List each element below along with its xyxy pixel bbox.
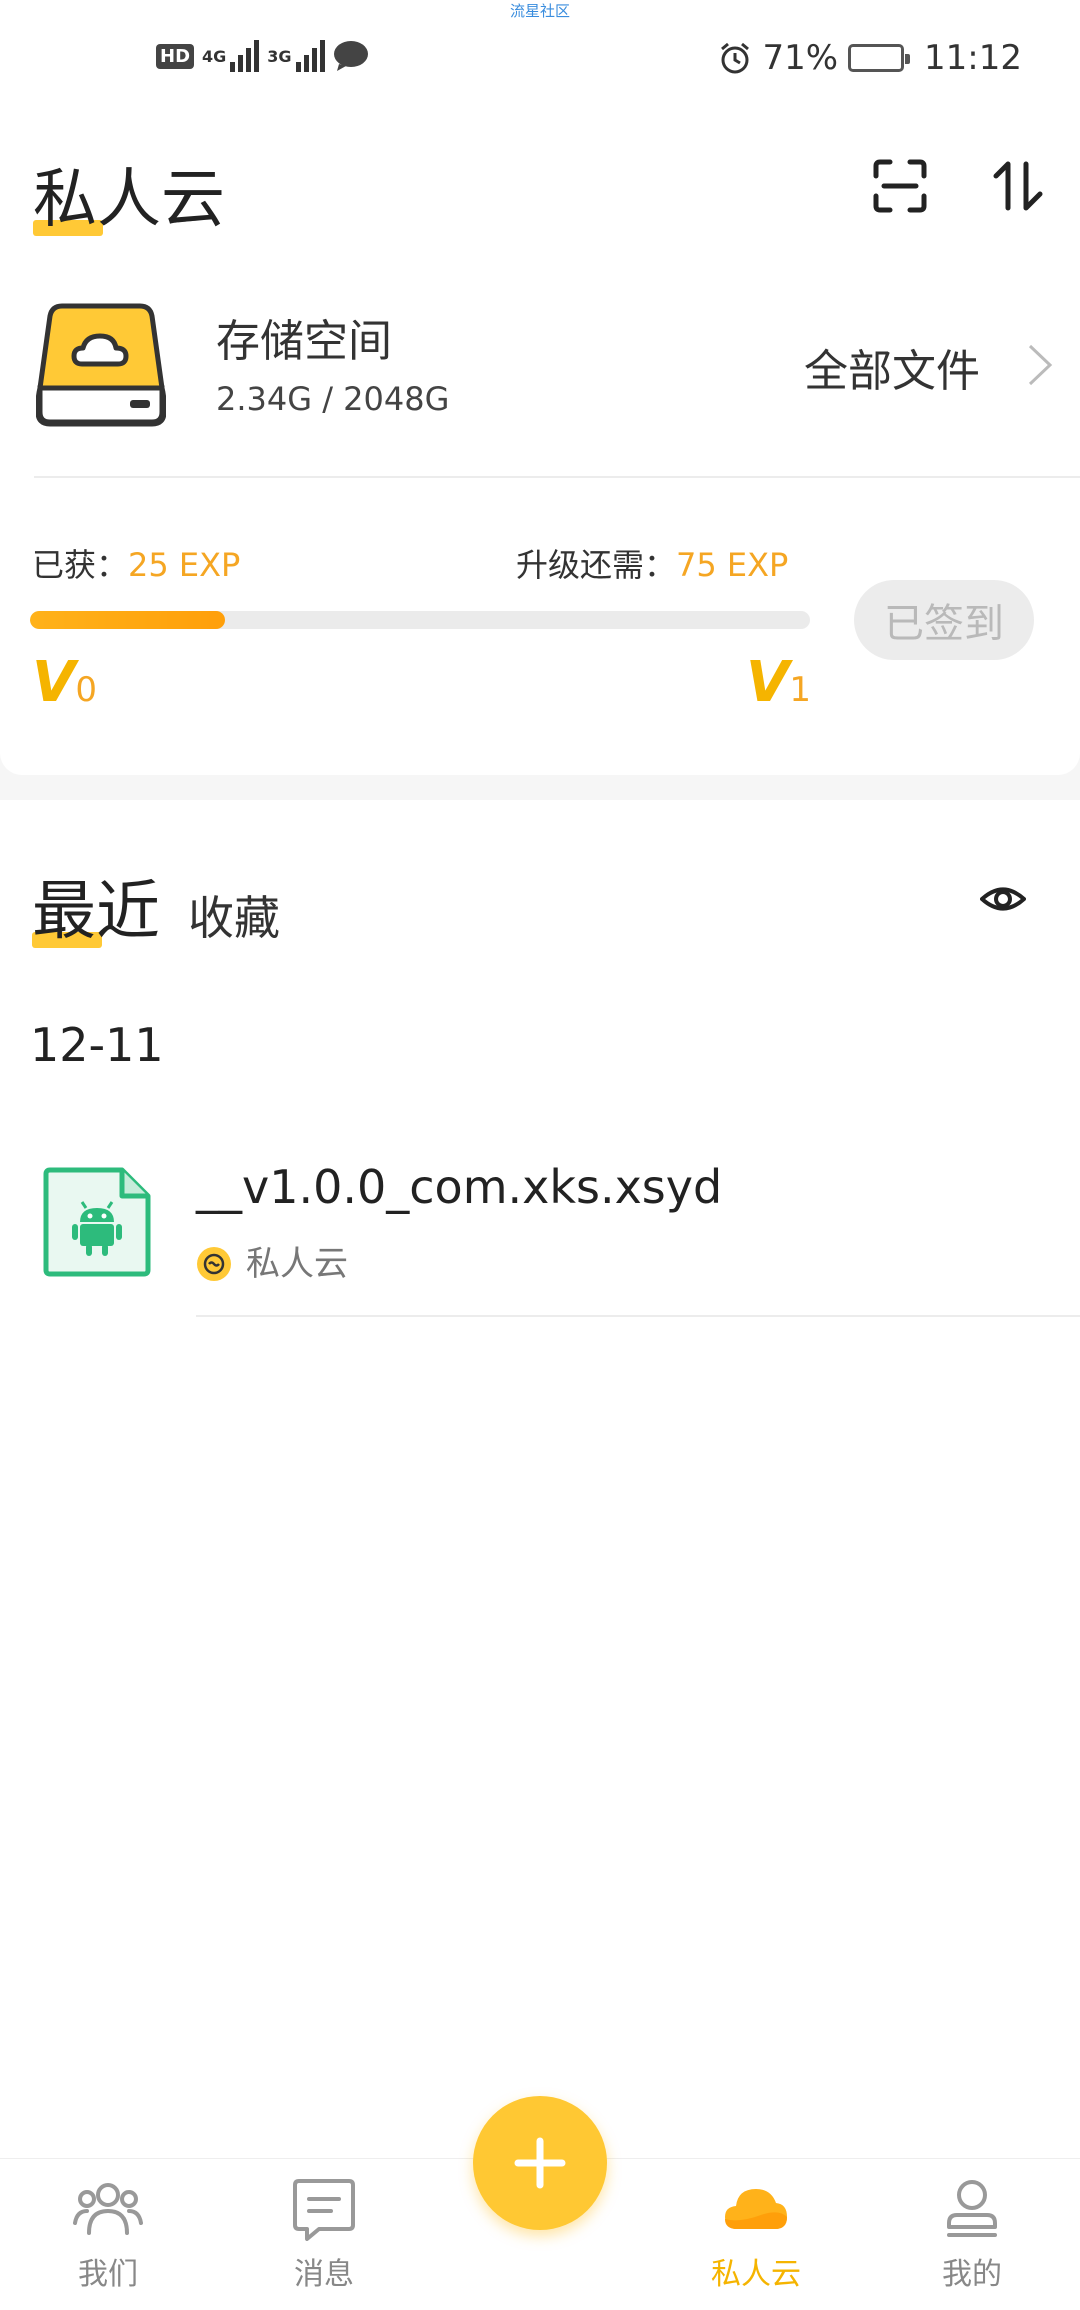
divider — [34, 476, 1080, 478]
tab-favorites[interactable]: 收藏 — [188, 882, 280, 948]
exp-earned: 已获：25 EXP — [32, 540, 240, 586]
exp-progress-bar — [30, 611, 810, 629]
level-from: V0 — [32, 650, 97, 715]
watermark: 流星社区 — [509, 2, 570, 20]
private-cloud-source-icon — [197, 1247, 231, 1281]
nav-item-us[interactable]: 我们 — [43, 2177, 173, 2293]
message-icon — [293, 2179, 355, 2241]
alarm-icon — [721, 42, 750, 74]
file-source: 私人云 — [246, 1244, 348, 1284]
battery-percent: 71% — [762, 38, 839, 78]
exp-progress-fill — [30, 611, 225, 629]
nav-item-messages[interactable]: 消息 — [259, 2177, 389, 2293]
nav-item-private-cloud[interactable]: 私人云 — [691, 2177, 821, 2293]
signal-icon — [295, 40, 325, 72]
add-button[interactable] — [473, 2096, 607, 2230]
tab-recent[interactable]: 最近 — [32, 860, 160, 952]
plus-icon — [514, 2137, 566, 2189]
recent-section: 最近 收藏 12-11 __v1.0.0_com.xks.xsyd 私人云 — [0, 800, 1080, 2160]
list-item[interactable]: __v1.0.0_com.xks.xsyd 私人云 — [0, 1150, 1080, 1320]
exp-earned-label: 已获： — [32, 546, 129, 584]
chat-notification-icon — [333, 41, 368, 71]
sim1-network: 4G — [202, 46, 227, 66]
page-title-text: 私人云 — [33, 148, 225, 240]
clock: 11:12 — [924, 38, 1022, 78]
status-left: HD 4G 3G — [156, 40, 369, 72]
chevron-right-icon[interactable] — [1026, 342, 1054, 388]
transfer-sort-icon[interactable] — [990, 158, 1046, 214]
sim2-network: 3G — [267, 46, 292, 66]
nav-label: 消息 — [294, 2257, 354, 2292]
android-apk-icon — [43, 1167, 151, 1277]
date-group-label: 12-11 — [30, 1018, 164, 1072]
level-to-letter: V — [746, 650, 790, 715]
storage-title: 存储空间 — [216, 316, 392, 367]
storage-usage: 2.34G / 2048G — [216, 380, 450, 418]
divider — [196, 1315, 1080, 1317]
storage-drive-icon[interactable] — [36, 300, 166, 428]
storage-card: 私人云 存储空间 2.34G / 2048G 全部文件 已获：25 EXP 升级… — [0, 130, 1080, 775]
nav-item-me[interactable]: 我的 — [907, 2177, 1037, 2293]
nav-label: 我的 — [942, 2257, 1002, 2292]
nav-label: 我们 — [78, 2257, 138, 2292]
file-name: __v1.0.0_com.xks.xsyd — [196, 1160, 723, 1214]
level-from-letter: V — [32, 650, 76, 715]
all-files-link[interactable]: 全部文件 — [804, 335, 980, 399]
level-to: V1 — [746, 650, 811, 715]
tab-recent-label: 最近 — [32, 860, 160, 952]
exp-earned-value: 25 EXP — [128, 546, 241, 584]
scan-icon[interactable] — [872, 158, 928, 214]
signal-icon — [230, 40, 260, 72]
battery-icon — [848, 44, 911, 72]
hd-badge: HD — [156, 43, 195, 69]
page-title: 私人云 — [33, 148, 225, 240]
status-bar: 流星社区 HD 4G 3G 71% 11:12 — [0, 0, 1080, 130]
status-right: 71% 11:12 — [718, 38, 1022, 78]
profile-icon — [947, 2180, 997, 2237]
exp-needed-label: 升级还需： — [516, 546, 677, 584]
cloud-icon — [725, 2189, 787, 2229]
checkin-button[interactable]: 已签到 — [854, 580, 1034, 660]
eye-icon[interactable] — [980, 876, 1026, 922]
exp-needed-value: 75 EXP — [676, 546, 789, 584]
group-icon — [73, 2183, 143, 2235]
nav-label: 私人云 — [711, 2257, 801, 2292]
level-to-number: 1 — [789, 670, 811, 710]
exp-needed: 升级还需：75 EXP — [516, 540, 788, 586]
level-from-number: 0 — [75, 670, 97, 710]
